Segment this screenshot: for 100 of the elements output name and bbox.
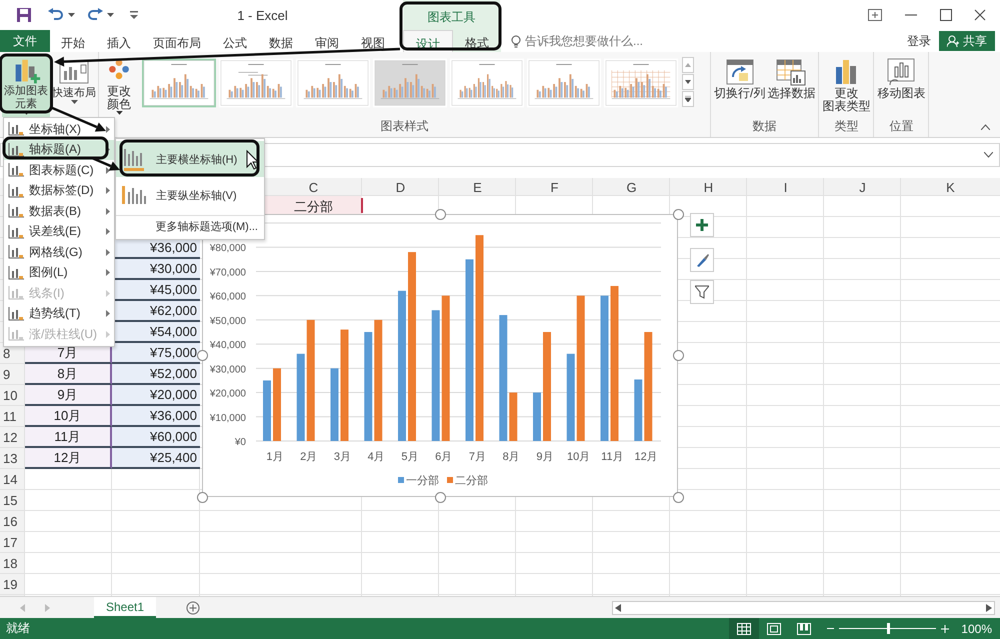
table-cell: ¥25,400 [112, 448, 200, 469]
submenu-item[interactable]: 主要纵坐标轴(V) [116, 177, 264, 213]
add-sheet-icon[interactable] [186, 600, 200, 614]
ribbon-tab[interactable]: 插入 [96, 30, 142, 52]
column-header[interactable]: G [593, 178, 670, 196]
caret-icon [68, 13, 75, 17]
bar-chart-icon [8, 306, 24, 321]
row-number[interactable]: 14 [0, 469, 25, 490]
undo-icon[interactable] [48, 8, 64, 22]
row-number[interactable]: 16 [0, 511, 25, 532]
resize-handle[interactable] [673, 350, 684, 361]
axis-label: ¥70,000 [210, 267, 246, 278]
menu-item[interactable]: 图表标题(C) [4, 160, 114, 180]
bar-chart-icon [8, 245, 24, 260]
menu-item[interactable]: 坐标轴(X) [4, 119, 114, 140]
row-number[interactable]: 12 [0, 427, 25, 448]
column-header[interactable]: E [439, 178, 516, 196]
expand-icon[interactable] [984, 152, 993, 158]
view-button[interactable] [729, 618, 760, 639]
right-arrow-icon[interactable] [986, 604, 992, 612]
menu-item[interactable]: 网格线(G) [4, 242, 114, 262]
column-header[interactable]: C [265, 178, 362, 196]
left-arrow-icon[interactable] [615, 604, 621, 612]
menu-item[interactable]: 数据表(B) [4, 201, 114, 222]
menu-item[interactable]: 图例(L) [4, 262, 114, 283]
column-header[interactable]: I [747, 178, 824, 196]
zoom-in-icon[interactable] [941, 624, 950, 632]
gallery-more-button[interactable] [682, 91, 694, 107]
maximize-button[interactable] [940, 9, 952, 21]
column-header[interactable]: J [824, 178, 901, 196]
close-button[interactable] [974, 9, 986, 21]
ribbon-tab[interactable]: 数据 [258, 30, 304, 52]
row-number[interactable]: 9 [0, 364, 25, 385]
resize-handle[interactable] [435, 209, 446, 220]
horizontal-scrollbar[interactable] [612, 600, 995, 614]
table-cell: ¥20,000 [112, 385, 200, 406]
menu-item[interactable]: 误差线(E) [4, 222, 114, 242]
chart-style-thumbnail[interactable] [296, 58, 370, 108]
sheet-tab[interactable]: Sheet1 [94, 597, 156, 618]
zoom-out-icon[interactable] [827, 625, 834, 632]
maximize-icon [940, 9, 952, 21]
chart-style-thumbnail[interactable] [142, 58, 216, 108]
ribbon-button[interactable]: 切换行/列 [713, 55, 766, 117]
minimize-button[interactable] [904, 14, 918, 16]
scroll-down-button[interactable] [682, 74, 694, 90]
customize-icon[interactable] [130, 11, 138, 19]
column-header[interactable]: D [362, 178, 439, 196]
bar-chart-icon [8, 224, 24, 239]
sign-in-link[interactable]: 登录 [907, 32, 931, 50]
ribbon-button[interactable]: 更改图表类型 [821, 55, 872, 117]
ribbon-options-button[interactable] [868, 9, 882, 21]
chart-styles-button[interactable] [690, 248, 714, 272]
ribbon-tab[interactable]: 视图 [350, 30, 396, 52]
chart-style-thumbnail[interactable] [527, 58, 601, 108]
row-number[interactable]: 11 [0, 406, 25, 427]
column-header[interactable]: H [670, 178, 747, 196]
switch-row-column-icon [724, 57, 755, 87]
axis-label: 4月 [368, 451, 385, 463]
axis-label: 11月 [601, 451, 624, 463]
resize-handle[interactable] [197, 492, 208, 503]
row-number[interactable]: 13 [0, 448, 25, 469]
redo-icon[interactable] [87, 8, 103, 22]
ribbon-tab[interactable]: 审阅 [304, 30, 350, 52]
ribbon-tab[interactable]: 页面布局 [142, 30, 212, 52]
ribbon-tab[interactable]: 公式 [212, 30, 258, 52]
chart-style-thumbnail[interactable] [450, 58, 524, 108]
row-number[interactable]: 17 [0, 532, 25, 553]
row-number[interactable]: 19 [0, 574, 25, 595]
add-chart-element-button[interactable]: 添加图表元素 [2, 55, 50, 117]
row-number[interactable]: 15 [0, 490, 25, 511]
chart-style-thumbnail[interactable] [373, 58, 447, 108]
ribbon-tab[interactable]: 开始 [50, 30, 96, 52]
column-header[interactable]: K [901, 178, 1000, 196]
column-header[interactable]: F [516, 178, 593, 196]
ribbon-button[interactable]: 移动图表 [876, 55, 926, 117]
tell-me-field[interactable]: 告诉我您想要做什么... [525, 34, 655, 48]
submenu-item[interactable]: 更多轴标题选项(M)... [116, 215, 264, 237]
save-icon[interactable] [16, 7, 32, 23]
row-number[interactable]: 18 [0, 553, 25, 574]
share-button[interactable]: 共享 [939, 31, 995, 51]
resize-handle[interactable] [435, 492, 446, 503]
menu-item[interactable]: 趋势线(T) [4, 304, 114, 324]
bar-chart-icon [8, 184, 24, 198]
chart-style-thumbnail[interactable] [219, 58, 293, 108]
row-number[interactable]: 10 [0, 385, 25, 406]
resize-handle[interactable] [673, 209, 684, 220]
change-colors-button[interactable]: 更改颜色 [99, 55, 139, 117]
ribbon-button[interactable]: 选择数据 [766, 55, 816, 117]
bar [263, 380, 271, 441]
submenu-arrow-icon [106, 310, 110, 318]
quick-layout-button[interactable]: 快速布局 [50, 55, 98, 117]
resize-handle[interactable] [673, 492, 684, 503]
row-number[interactable]: 8 [0, 343, 25, 364]
filter-button[interactable] [690, 280, 714, 304]
add-element-button[interactable] [690, 213, 714, 237]
chart-style-thumbnail[interactable] [604, 58, 678, 108]
menu-item[interactable]: 数据标签(D) [4, 180, 114, 201]
axis-label: ¥30,000 [210, 364, 246, 376]
bar-chart-icon [8, 204, 24, 218]
ribbon-tab[interactable]: 文件 [0, 30, 50, 52]
